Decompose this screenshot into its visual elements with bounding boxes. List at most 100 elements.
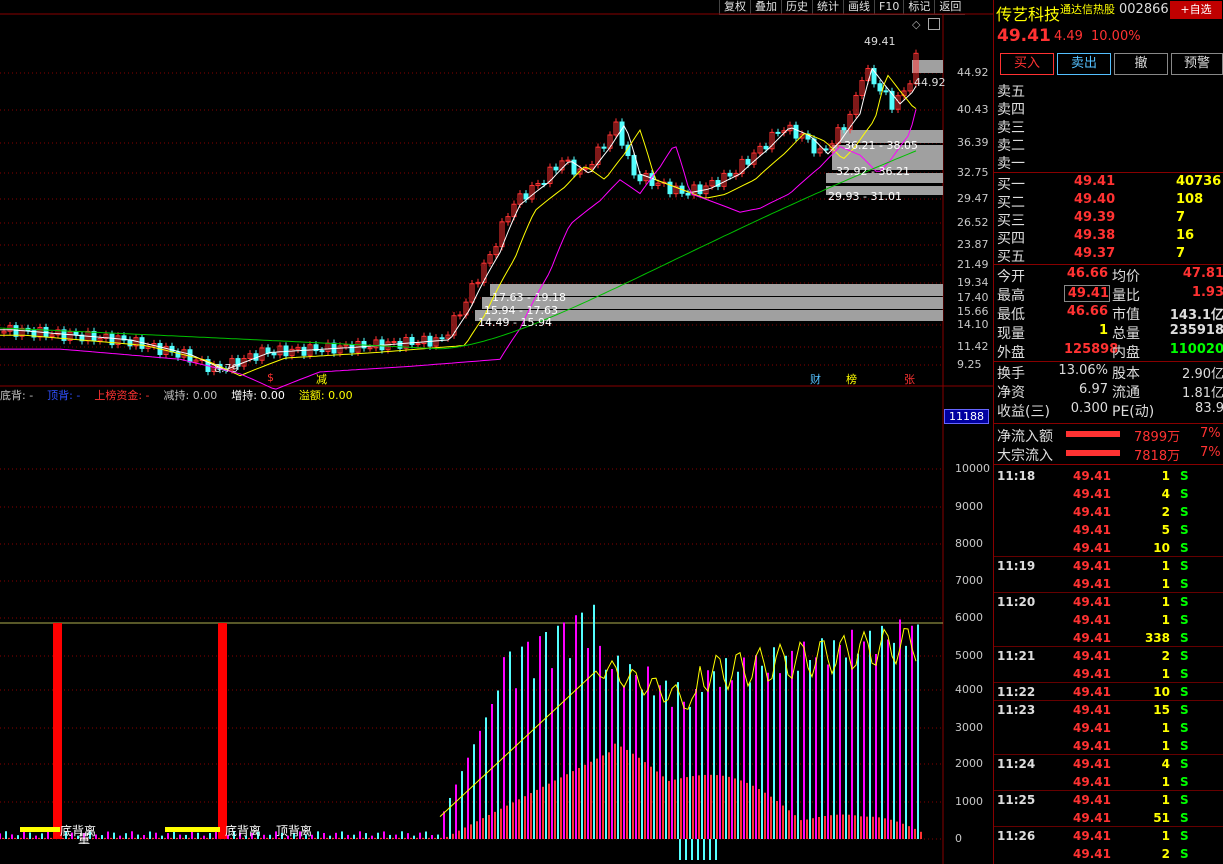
stat-label: 量比 (1112, 288, 1140, 304)
stat-value: 47.81 (1182, 266, 1223, 281)
fundamental-value: 2.90亿 (1182, 367, 1223, 382)
candle-body (565, 159, 571, 162)
buy-button[interactable]: 买入 (1000, 53, 1054, 75)
tick-row: 49.41 1 S (994, 773, 1223, 791)
tick-side: S (1180, 793, 1189, 807)
tick-volume: 1 (1161, 775, 1170, 789)
event-marker[interactable]: 财 (810, 371, 821, 387)
indicator-field: 底背: - (0, 389, 34, 402)
indicator-field: 溢额: 0.00 (298, 389, 353, 402)
bid-row: 买二 49.40 108 (994, 192, 1223, 211)
fundamental-label: PE(动) (1112, 404, 1155, 420)
tick-price: 49.41 (1073, 559, 1111, 573)
tick-separator (994, 754, 1223, 755)
stat-value: 1.93 (1191, 285, 1223, 300)
bid-row: 买三 49.39 7 (994, 210, 1223, 229)
stock-code: 002866 (1119, 2, 1169, 17)
stat-label: 内盘 (1112, 345, 1140, 361)
fundamental-value: 0.300 (1070, 401, 1108, 416)
candle-body (301, 346, 307, 356)
diamond-icon[interactable]: ◇ (912, 18, 920, 31)
price-axis-tick: 26.52 (957, 216, 989, 229)
sell-button[interactable]: 卖出 (1057, 53, 1111, 75)
tick-volume: 10 (1153, 685, 1170, 699)
stock-name: 传艺科技 (996, 5, 1061, 24)
stat-row: 最高 49.41 量比 1.93 (994, 285, 1223, 304)
tick-separator (994, 700, 1223, 701)
tick-time: 11:23 (997, 703, 1036, 717)
tick-side: S (1180, 829, 1189, 843)
cancel-order-button[interactable]: 撤 (1114, 53, 1168, 75)
tick-price: 49.41 (1073, 721, 1111, 735)
indicator-field: 减持: 0.00 (163, 389, 218, 402)
zone-label: 29.93 - 31.01 (828, 190, 902, 203)
price-axis-tick: 11.42 (957, 340, 989, 353)
stat-row: 现量 1 总量 235918 (994, 323, 1223, 342)
tick-time: 11:20 (997, 595, 1036, 609)
candle-body (439, 337, 445, 340)
stat-value: 235918 (1169, 323, 1223, 338)
alert-button[interactable]: 预警 (1171, 53, 1223, 75)
settings-icon[interactable] (928, 18, 940, 30)
tick-volume: 1 (1161, 739, 1170, 753)
stat-label: 市值 (1112, 307, 1140, 323)
zone-label: 14.49 - 15.94 (478, 316, 552, 329)
tick-row: 11:24 49.41 4 S (994, 754, 1223, 773)
tick-side: S (1180, 685, 1189, 699)
tick-row: 11:25 49.41 1 S (994, 790, 1223, 809)
add-watchlist-button[interactable]: +自选 (1170, 1, 1222, 19)
candle-body (391, 341, 397, 344)
event-marker[interactable]: $ (267, 371, 274, 384)
bid-label: 买四 (997, 231, 1025, 247)
bid-label: 买二 (997, 195, 1025, 211)
signal-bar (218, 623, 227, 839)
tick-time: 11:22 (997, 685, 1036, 699)
tick-volume: 1 (1161, 793, 1170, 807)
stat-row: 外盘 125898 内盘 110020 (994, 342, 1223, 361)
price-axis-tick: 29.47 (957, 192, 989, 205)
candle-body (667, 181, 673, 195)
candle-body (127, 339, 133, 347)
tick-price: 49.41 (1073, 649, 1111, 663)
tick-side: S (1180, 595, 1189, 609)
candle-body (457, 314, 463, 317)
fundamental-label: 收益(三) (997, 404, 1050, 420)
bid-volume: 40736 (1176, 174, 1222, 189)
tick-row: 49.41 338 S (994, 629, 1223, 647)
fundamental-row: 换手 13.06% 股本 2.90亿 (994, 363, 1223, 382)
volume-profile-zone (912, 60, 943, 73)
signal-strip (20, 827, 60, 832)
price-axis-tick: 9.25 (957, 358, 982, 371)
candle-body (601, 146, 607, 149)
tick-separator (994, 592, 1223, 593)
indicator-axis-tick: 6000 (955, 611, 983, 624)
zone-label: 17.63 - 19.18 (492, 291, 566, 304)
candle-body (697, 184, 703, 195)
indicator-axis-tick: 2000 (955, 757, 983, 770)
fundamental-value: 6.97 (1079, 382, 1108, 397)
ask-row: 卖一 (994, 153, 1223, 172)
tick-side: S (1180, 559, 1189, 573)
quote-panel: 传艺科技 通达信热股 002866 +自选 49.41 4.49 10.00% … (993, 0, 1223, 864)
tick-separator (994, 646, 1223, 647)
fundamental-value: 83.9 (1195, 401, 1223, 416)
tick-volume: 1 (1161, 613, 1170, 627)
price-axis-tick: 21.49 (957, 258, 989, 271)
tick-row: 49.41 10 S (994, 539, 1223, 557)
candle-body (877, 83, 883, 92)
event-marker[interactable]: 减 (316, 371, 327, 387)
indicator-field: 顶背: - (47, 389, 81, 402)
tick-price: 49.41 (1073, 631, 1111, 645)
kline-chart[interactable] (0, 0, 993, 864)
bid-row: 买四 49.38 16 (994, 228, 1223, 247)
event-marker[interactable]: 张 (904, 371, 915, 387)
candle-body (775, 131, 781, 134)
stat-row: 今开 46.66 均价 47.81 (994, 266, 1223, 285)
tick-volume: 1 (1161, 559, 1170, 573)
tick-volume: 1 (1161, 721, 1170, 735)
tick-price: 49.41 (1073, 487, 1111, 501)
indicator-axis-tick: 10000 (955, 462, 990, 475)
ask-row: 卖三 (994, 117, 1223, 136)
fundamental-label: 换手 (997, 366, 1025, 382)
event-marker[interactable]: 榜 (846, 371, 857, 387)
